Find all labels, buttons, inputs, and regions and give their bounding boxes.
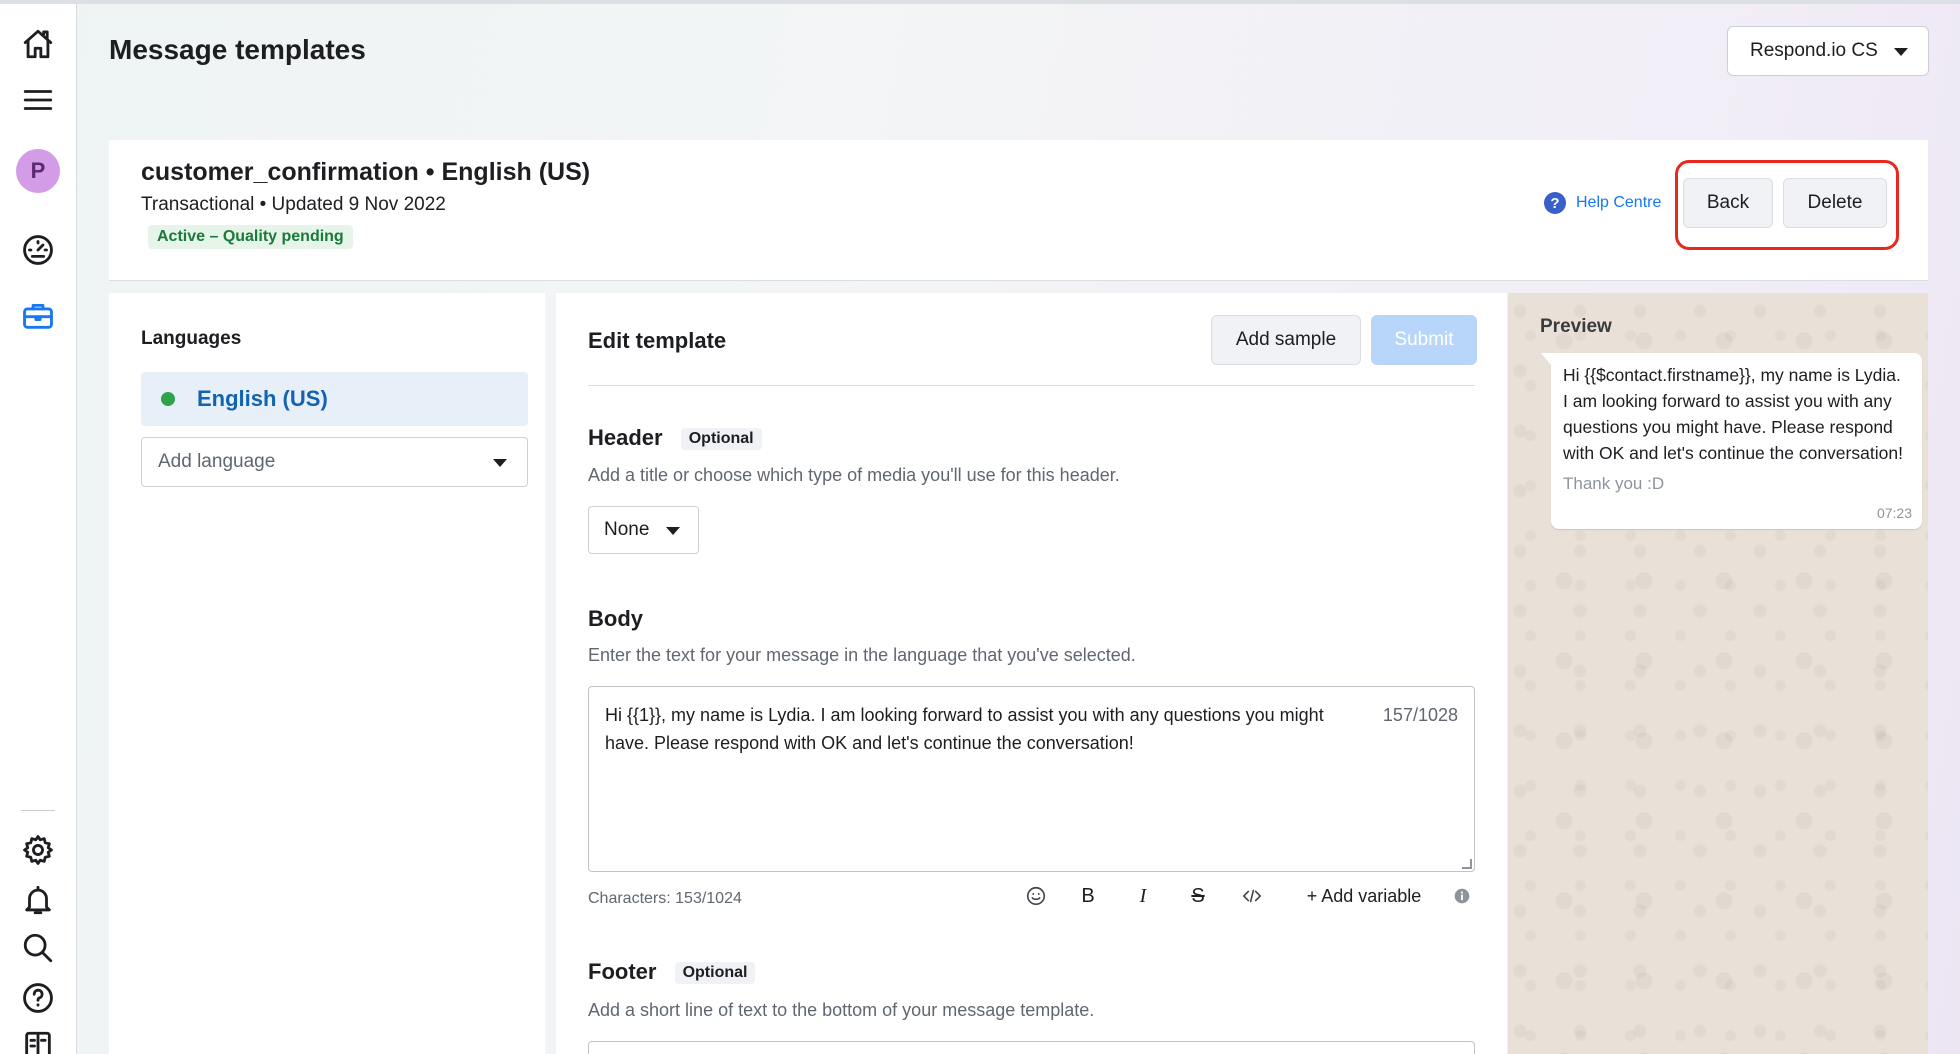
nav-rail: P — [0, 4, 77, 1054]
footer-title: Footer — [588, 959, 657, 984]
body-section-title: Body — [588, 606, 643, 631]
submit-button[interactable]: Submit — [1371, 315, 1477, 365]
book-icon[interactable] — [18, 1026, 58, 1054]
bell-icon[interactable] — [18, 880, 58, 920]
account-selector[interactable]: Respond.io CS — [1727, 26, 1929, 76]
optional-tag: Optional — [680, 428, 762, 451]
code-icon[interactable] — [1235, 881, 1269, 911]
formatting-toolbar: B I S + Add variable — [556, 881, 1507, 911]
resize-handle[interactable] — [1462, 859, 1472, 869]
caret-down-icon — [666, 527, 680, 535]
preview-timestamp: 07:23 — [1876, 505, 1912, 521]
status-dot — [161, 392, 175, 406]
search-icon[interactable] — [18, 928, 58, 968]
optional-tag: Optional — [674, 962, 756, 985]
top-border — [0, 0, 1960, 4]
edit-template-title: Edit template — [588, 328, 727, 353]
rail-divider — [21, 810, 55, 811]
divider — [588, 385, 1475, 386]
header-media-select[interactable]: None — [588, 506, 699, 554]
caret-down-icon — [1894, 48, 1908, 56]
header-description: Add a title or choose which type of medi… — [588, 465, 1120, 485]
briefcase-icon[interactable] — [18, 296, 58, 336]
preview-panel: Preview Hi {{$contact.firstname}}, my na… — [1508, 293, 1928, 1054]
home-icon[interactable] — [18, 24, 58, 64]
preview-label: Preview — [1540, 316, 1612, 337]
footer-input[interactable] — [588, 1041, 1475, 1054]
body-char-counter: 157/1028 — [1382, 705, 1458, 725]
footer-section-title: Footer Optional — [588, 959, 756, 985]
body-description: Enter the text for your message in the l… — [588, 645, 1136, 665]
gauge-icon[interactable] — [18, 230, 58, 270]
languages-panel: Languages English (US) Add language — [109, 293, 545, 1054]
help-centre-label: Help Centre — [1576, 194, 1662, 211]
languages-label: Languages — [141, 328, 242, 349]
menu-icon[interactable] — [18, 80, 58, 120]
italic-icon[interactable]: I — [1128, 881, 1158, 911]
add-variable-button[interactable]: + Add variable — [1289, 881, 1439, 911]
status-badge: Active – Quality pending — [148, 225, 353, 249]
page-title: Message templates — [109, 34, 366, 65]
header-media-value: None — [604, 519, 650, 540]
footer-description: Add a short line of text to the bottom o… — [588, 1000, 1095, 1020]
avatar[interactable]: P — [16, 149, 60, 193]
gear-icon[interactable] — [18, 830, 58, 870]
preview-footer-text: Thank you :D — [1563, 474, 1665, 493]
emoji-icon[interactable] — [1021, 881, 1051, 911]
language-item-label: English (US) — [197, 386, 328, 411]
account-selector-label: Respond.io CS — [1750, 40, 1878, 61]
add-language-select[interactable]: Add language — [141, 437, 528, 487]
body-textarea[interactable]: Hi {{1}}, my name is Lydia. I am looking… — [588, 686, 1475, 872]
template-name: customer_confirmation • English (US) — [141, 158, 591, 186]
preview-message-bubble: Hi {{$contact.firstname}}, my name is Ly… — [1541, 353, 1922, 529]
body-text: Hi {{1}}, my name is Lydia. I am looking… — [605, 705, 1324, 753]
info-icon[interactable] — [1450, 881, 1474, 911]
edit-template-panel: Edit template Add sample Submit Header O… — [556, 293, 1507, 1054]
template-header-card: customer_confirmation • English (US) Tra… — [109, 140, 1928, 281]
caret-down-icon — [493, 459, 507, 467]
help-centre-link[interactable]: ? Help Centre — [1544, 192, 1661, 214]
preview-message-text: Hi {{$contact.firstname}}, my name is Ly… — [1563, 365, 1903, 463]
help-icon[interactable] — [18, 978, 58, 1018]
template-meta: Transactional • Updated 9 Nov 2022 — [141, 194, 446, 215]
header-title: Header — [588, 425, 663, 450]
highlight-annotation — [1675, 160, 1899, 250]
language-item-english-us[interactable]: English (US) — [141, 372, 528, 426]
add-language-placeholder: Add language — [158, 451, 276, 472]
strikethrough-icon[interactable]: S — [1183, 881, 1213, 911]
header-section-title: Header Optional — [588, 425, 762, 451]
add-sample-button[interactable]: Add sample — [1211, 315, 1361, 365]
question-circle-icon: ? — [1544, 192, 1566, 214]
bold-icon[interactable]: B — [1073, 881, 1103, 911]
